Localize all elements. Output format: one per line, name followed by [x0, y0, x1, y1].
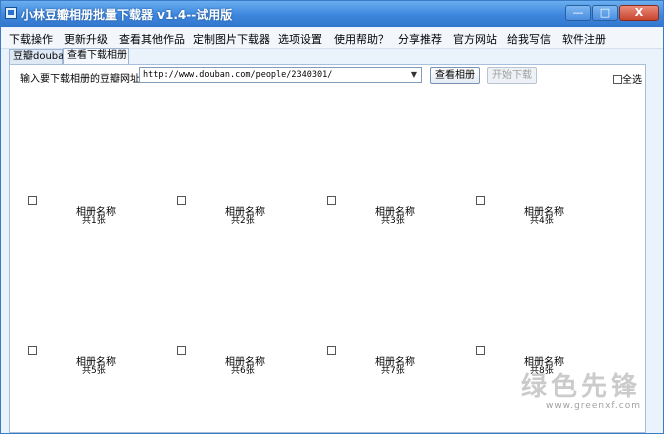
menu-bar: 下载操作 更新升级 查看其他作品 定制图片下载器 选项设置 使用帮助？ 分享推荐…	[1, 28, 663, 49]
window-controls: — □ X	[565, 5, 659, 21]
select-all[interactable]: 全选	[613, 71, 642, 86]
menu-other-works[interactable]: 查看其他作品	[119, 31, 185, 47]
url-label: 输入要下载相册的豆瓣网址:	[20, 74, 144, 85]
url-input[interactable]: http://www.douban.com/people/2340301/	[143, 69, 332, 81]
album-item[interactable]: 相册名称 共3张	[327, 196, 457, 236]
watermark-logo: 绿色先锋	[520, 372, 641, 402]
album-count: 共6张	[231, 366, 255, 376]
album-item[interactable]: 相册名称 共7张	[327, 346, 457, 386]
menu-share[interactable]: 分享推荐	[398, 31, 442, 47]
album-checkbox[interactable]	[476, 346, 485, 355]
album-checkbox[interactable]	[327, 346, 336, 355]
album-checkbox[interactable]	[28, 196, 37, 205]
start-download-button[interactable]: 开始下载	[487, 67, 537, 84]
app-window: 小林豆瓣相册批量下载器 v1.4--试用版 — □ X 下载操作 更新升级 查看…	[0, 0, 664, 434]
album-count: 共2张	[231, 216, 255, 226]
album-count: 共1张	[82, 216, 106, 226]
url-combobox[interactable]: http://www.douban.com/people/2340301/ ▼	[139, 67, 422, 83]
tab-douban[interactable]: 豆瓣douban	[9, 49, 71, 64]
menu-download-ops[interactable]: 下载操作	[9, 31, 53, 47]
select-all-label: 全选	[622, 75, 642, 86]
maximize-button[interactable]: □	[592, 5, 618, 21]
album-item[interactable]: 相册名称 共1张	[28, 196, 158, 236]
album-checkbox[interactable]	[476, 196, 485, 205]
album-item[interactable]: 相册名称 共4张	[476, 196, 606, 236]
close-button[interactable]: X	[619, 5, 659, 21]
album-item[interactable]: 相册名称 共5张	[28, 346, 158, 386]
album-count: 共4张	[530, 216, 554, 226]
chevron-down-icon[interactable]: ▼	[407, 68, 421, 82]
menu-update[interactable]: 更新升级	[64, 31, 108, 47]
watermark-url: www.greenxf.com	[545, 401, 641, 411]
title-bar[interactable]: 小林豆瓣相册批量下载器 v1.4--试用版 — □ X	[1, 1, 663, 27]
menu-help[interactable]: 使用帮助？	[334, 31, 389, 47]
url-toolbar: 输入要下载相册的豆瓣网址: http://www.douban.com/peop…	[10, 65, 645, 87]
album-count: 共7张	[381, 366, 405, 376]
tab-view-albums[interactable]: 查看下载相册	[63, 48, 129, 65]
menu-options[interactable]: 选项设置	[278, 31, 322, 47]
album-item[interactable]: 相册名称 共2张	[177, 196, 307, 236]
album-checkbox[interactable]	[28, 346, 37, 355]
minimize-button[interactable]: —	[565, 5, 591, 21]
select-all-checkbox[interactable]	[613, 75, 622, 84]
menu-register[interactable]: 软件注册	[562, 31, 606, 47]
window-title: 小林豆瓣相册批量下载器 v1.4--试用版	[21, 8, 233, 22]
watermark: 绿色先锋 www.greenxf.com	[521, 373, 641, 411]
menu-website[interactable]: 官方网站	[453, 31, 497, 47]
view-albums-button[interactable]: 查看相册	[430, 67, 480, 84]
album-count: 共5张	[82, 366, 106, 376]
album-checkbox[interactable]	[177, 196, 186, 205]
album-checkbox[interactable]	[327, 196, 336, 205]
album-count: 共3张	[381, 216, 405, 226]
menu-write-me[interactable]: 给我写信	[507, 31, 551, 47]
album-item[interactable]: 相册名称 共6张	[177, 346, 307, 386]
album-checkbox[interactable]	[177, 346, 186, 355]
app-icon	[5, 7, 17, 19]
menu-custom-downloader[interactable]: 定制图片下载器	[193, 31, 270, 47]
